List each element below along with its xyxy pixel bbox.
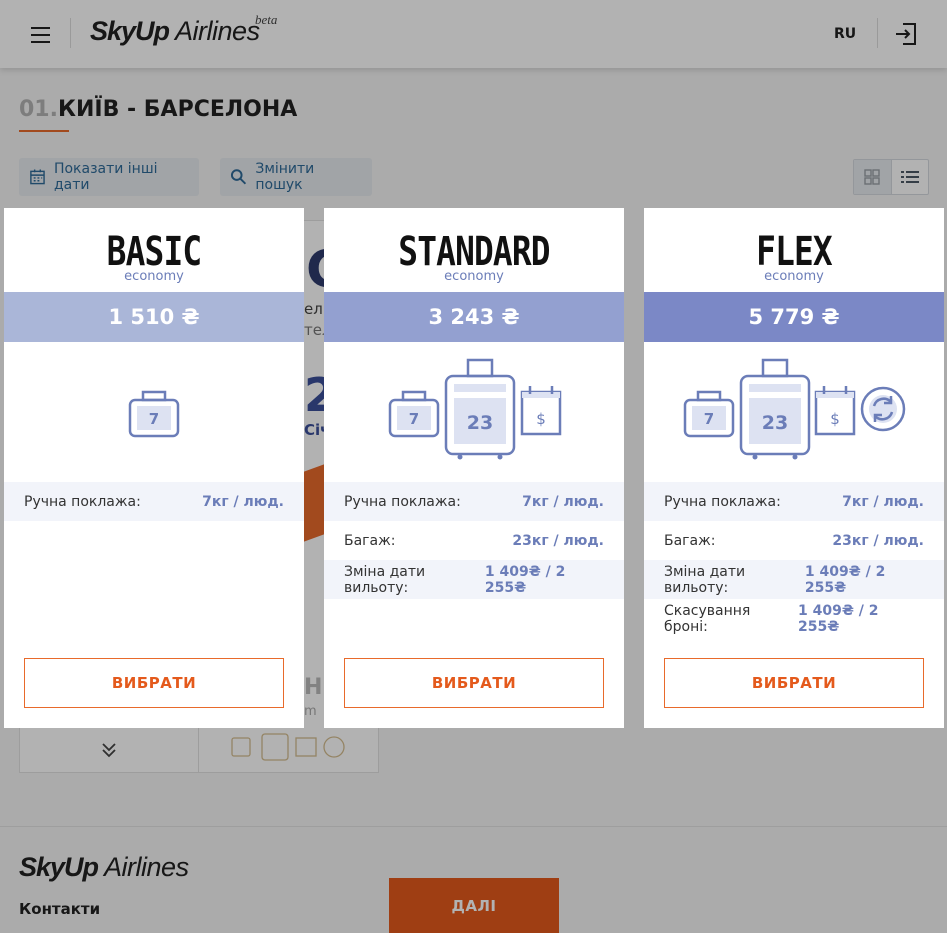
fare-title: FLEX bbox=[756, 229, 833, 275]
fare-row-hand-luggage: Ручна поклажа: 7кг / люд. bbox=[4, 482, 304, 521]
hand-bag-weight: 7 bbox=[704, 410, 714, 428]
fare-row-date-change: Зміна дати вильоту: 1 409₴ / 2 255₴ bbox=[324, 560, 624, 599]
date-change-icon: $ bbox=[814, 386, 856, 436]
select-flex-button[interactable]: ВИБРАТИ bbox=[664, 658, 924, 708]
fare-details: Ручна поклажа: 7кг / люд. Багаж: 23кг / … bbox=[644, 482, 944, 638]
bag-weight: 23 bbox=[762, 412, 788, 434]
fare-row-baggage: Багаж: 23кг / люд. bbox=[324, 521, 624, 560]
row-label: Ручна поклажа: bbox=[344, 493, 461, 510]
row-label: Зміна дати вильоту: bbox=[664, 563, 746, 596]
fare-price: 1 510 ₴ bbox=[4, 292, 304, 342]
fare-class: economy bbox=[124, 269, 184, 284]
fare-row-date-change: Зміна дати вильоту: 1 409₴ / 2 255₴ bbox=[644, 560, 944, 599]
fare-details: Ручна поклажа: 7кг / люд. bbox=[4, 482, 304, 521]
fare-details: Ручна поклажа: 7кг / люд. Багаж: 23кг / … bbox=[324, 482, 624, 599]
row-value: 7кг / люд. bbox=[202, 493, 284, 510]
row-value: 1 409₴ / 2 255₴ bbox=[484, 563, 566, 596]
hand-bag-weight: 7 bbox=[409, 410, 419, 428]
row-value: 7кг / люд. bbox=[842, 493, 924, 510]
row-label: Багаж: bbox=[664, 532, 716, 549]
hand-bag-7-icon: 7 bbox=[683, 390, 735, 438]
hand-bag-weight: 7 bbox=[149, 410, 159, 428]
row-label: Скасування броні: bbox=[664, 602, 751, 635]
fare-row-hand-luggage: Ручна поклажа: 7кг / люд. bbox=[644, 482, 944, 521]
select-standard-button[interactable]: ВИБРАТИ bbox=[344, 658, 604, 708]
fare-card-standard: STANDARD economy 3 243 ₴ 7 23 $ Ручна по… bbox=[324, 208, 624, 728]
fare-price: 3 243 ₴ bbox=[324, 292, 624, 342]
fare-price: 5 779 ₴ bbox=[644, 292, 944, 342]
fare-title: BASIC bbox=[106, 229, 202, 275]
fare-icons: 7 bbox=[4, 358, 304, 464]
bag-weight: 23 bbox=[467, 412, 493, 434]
fare-row-hand-luggage: Ручна поклажа: 7кг / люд. bbox=[324, 482, 624, 521]
row-value: 23кг / люд. bbox=[512, 532, 604, 549]
svg-text:$: $ bbox=[536, 410, 546, 428]
fare-icons: 7 23 $ bbox=[324, 358, 624, 464]
suitcase-23-icon: 23 bbox=[444, 358, 516, 460]
row-label: Ручна поклажа: bbox=[24, 493, 141, 510]
row-label: Ручна поклажа: bbox=[664, 493, 781, 510]
svg-text:$: $ bbox=[830, 410, 840, 428]
select-basic-button[interactable]: ВИБРАТИ bbox=[24, 658, 284, 708]
hand-bag-7-icon: 7 bbox=[128, 390, 180, 438]
fare-row-cancellation: Скасування броні: 1 409₴ / 2 255₴ bbox=[644, 599, 944, 638]
row-label: Багаж: bbox=[344, 532, 396, 549]
fare-class: economy bbox=[764, 269, 824, 284]
hand-bag-7-icon: 7 bbox=[388, 390, 440, 438]
row-value: 1 409₴ / 2 255₴ bbox=[798, 602, 879, 635]
fare-icons: 7 23 $ bbox=[644, 358, 944, 464]
refund-icon bbox=[860, 386, 906, 432]
date-change-icon: $ bbox=[520, 386, 562, 436]
row-value: 1 409₴ / 2 255₴ bbox=[804, 563, 886, 596]
fare-class: economy bbox=[444, 269, 504, 284]
fare-title: STANDARD bbox=[398, 229, 550, 275]
fare-card-basic: BASIC economy 1 510 ₴ 7 Ручна поклажа: 7… bbox=[4, 208, 304, 728]
fare-row-baggage: Багаж: 23кг / люд. bbox=[644, 521, 944, 560]
suitcase-23-icon: 23 bbox=[739, 358, 811, 460]
row-label: Зміна дати вильоту: bbox=[344, 563, 426, 596]
row-value: 7кг / люд. bbox=[522, 493, 604, 510]
fare-card-flex: FLEX economy 5 779 ₴ 7 23 $ Ручна поклаж… bbox=[644, 208, 944, 728]
row-value: 23кг / люд. bbox=[832, 532, 924, 549]
